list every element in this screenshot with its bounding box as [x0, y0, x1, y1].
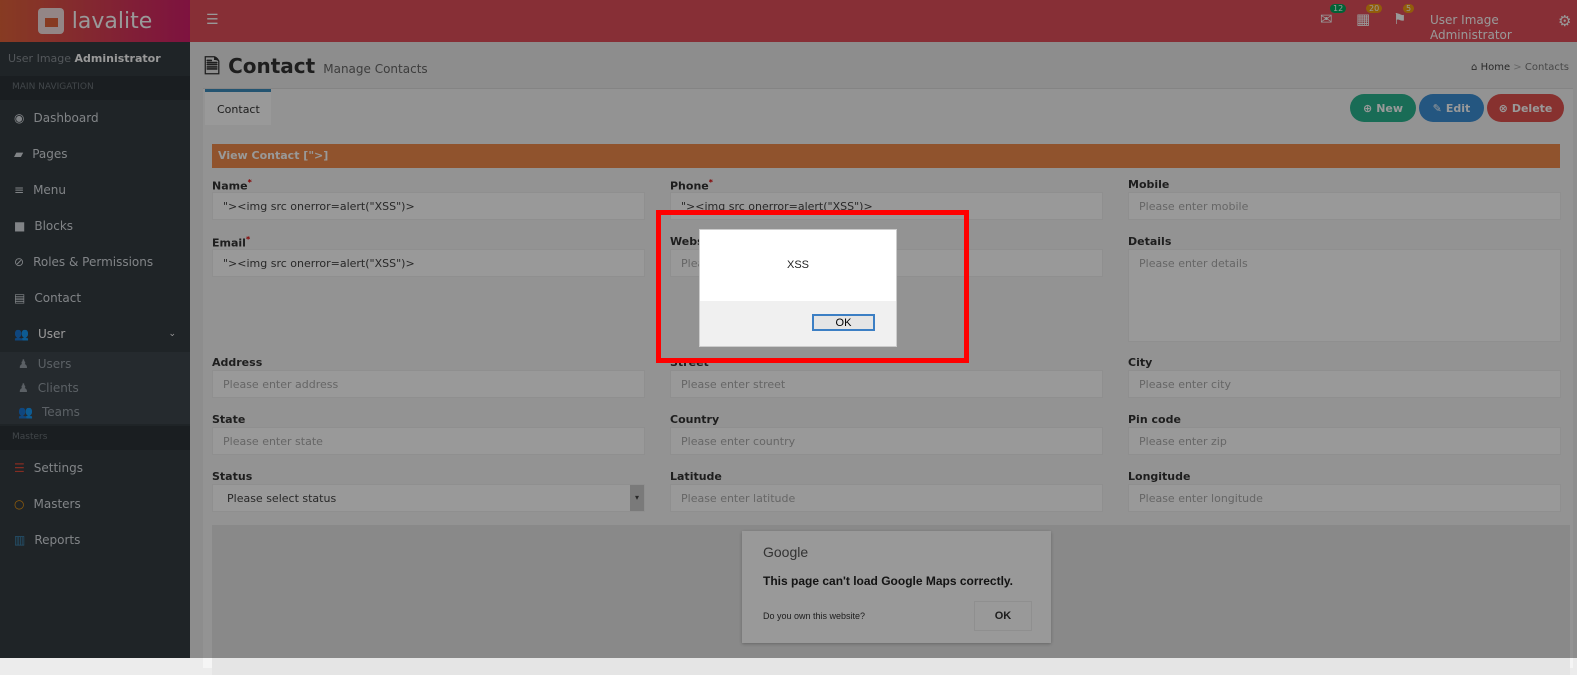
alert-ok-button[interactable]: OK — [812, 314, 875, 331]
alert-dialog: XSS OK — [699, 229, 897, 347]
alert-message: XSS — [700, 230, 896, 301]
